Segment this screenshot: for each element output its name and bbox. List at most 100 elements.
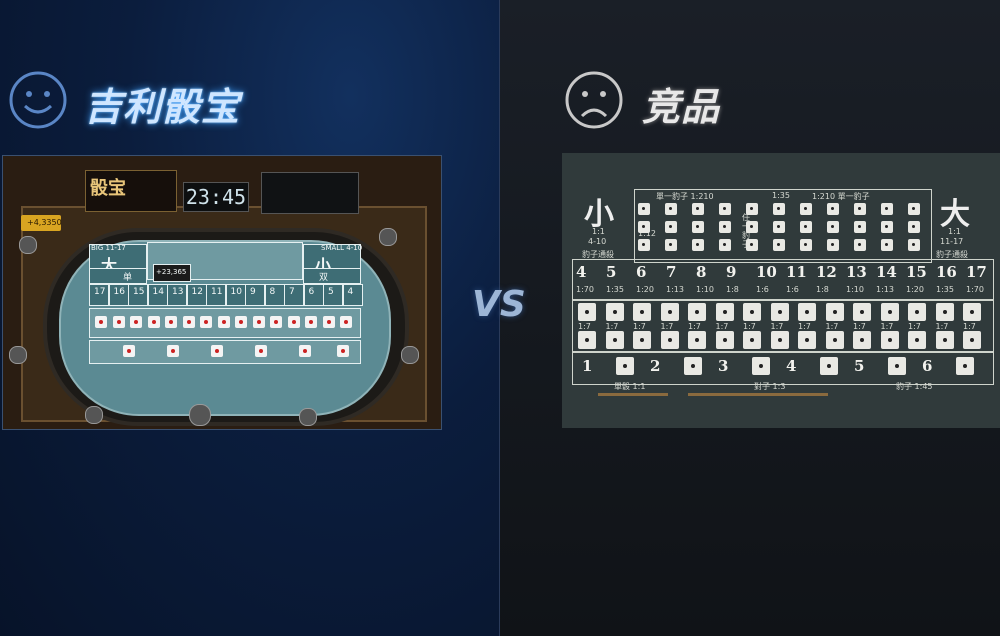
combo-die bbox=[112, 316, 125, 328]
single-die[interactable] bbox=[752, 357, 770, 375]
pair-die bbox=[746, 203, 758, 215]
player-avatar[interactable] bbox=[19, 236, 37, 254]
combo-die bbox=[217, 316, 230, 328]
vs-label: VS bbox=[472, 284, 526, 325]
product-title: 吉利骰宝 bbox=[84, 85, 241, 129]
total-number: 17 bbox=[966, 263, 987, 281]
single-die[interactable] bbox=[820, 357, 838, 375]
pair-die bbox=[719, 239, 731, 251]
single-die-5[interactable] bbox=[299, 345, 311, 357]
pair-die bbox=[800, 221, 812, 233]
total-odds: 1:70 bbox=[576, 285, 594, 294]
total-cell[interactable]: 5 bbox=[323, 284, 343, 306]
countdown-timer: 23:45 bbox=[183, 182, 249, 212]
total-cell[interactable]: 12 bbox=[186, 284, 207, 306]
combo-odds: 1:7 bbox=[578, 322, 591, 331]
combo-die bbox=[660, 303, 679, 321]
total-label: 13 bbox=[172, 287, 184, 297]
total-cell[interactable]: 4 bbox=[342, 284, 363, 306]
total-cell[interactable]: 13 bbox=[167, 284, 187, 306]
total-label: 14 bbox=[152, 287, 164, 297]
player-avatar[interactable] bbox=[189, 404, 211, 426]
combo-die bbox=[743, 331, 761, 349]
total-cell[interactable]: 10 bbox=[225, 284, 246, 306]
total-cell[interactable]: 15 bbox=[128, 284, 148, 306]
total-cell[interactable]: 14 bbox=[147, 284, 168, 306]
total-cell[interactable]: 9 bbox=[245, 284, 265, 306]
combo-die bbox=[770, 303, 789, 321]
total-cell[interactable]: 16 bbox=[108, 284, 129, 306]
pair-die bbox=[692, 221, 704, 233]
total-label: 4 bbox=[347, 287, 354, 297]
pair-die bbox=[908, 239, 920, 251]
big-odds: 1:1 bbox=[948, 227, 961, 236]
big-range: BIG 11-17 bbox=[91, 244, 126, 252]
combo-odds: 1:7 bbox=[853, 322, 866, 331]
pair-die bbox=[746, 221, 758, 233]
combo-die bbox=[935, 303, 954, 321]
single-die-2[interactable] bbox=[167, 345, 179, 357]
combo-die bbox=[165, 316, 177, 328]
pair-die bbox=[827, 221, 839, 233]
single-die-1[interactable] bbox=[123, 345, 135, 357]
combo-die bbox=[633, 331, 651, 349]
coins-text: +4,3350 bbox=[27, 218, 62, 227]
history-panel bbox=[261, 172, 359, 214]
combo-die bbox=[200, 316, 212, 328]
combo-odds: 1:7 bbox=[963, 322, 976, 331]
player-avatar[interactable] bbox=[401, 346, 419, 364]
bet-odd[interactable] bbox=[89, 268, 147, 284]
combo-odds: 1:7 bbox=[908, 322, 921, 331]
total-number: 11 bbox=[786, 263, 807, 281]
player-avatar[interactable] bbox=[299, 408, 317, 426]
single-die[interactable] bbox=[616, 357, 634, 375]
triple-single-left: 單一豹子 1:210 bbox=[656, 192, 714, 201]
pair-die bbox=[719, 221, 731, 233]
combo-die bbox=[270, 316, 282, 328]
combo-odds: 1:7 bbox=[798, 322, 811, 331]
total-odds: 1:10 bbox=[846, 285, 864, 294]
odd-label: 单 bbox=[123, 273, 133, 283]
combo-die bbox=[853, 303, 871, 321]
total-number: 4 bbox=[576, 263, 587, 281]
single-number: 5 bbox=[854, 357, 865, 375]
single-die[interactable] bbox=[888, 357, 906, 375]
single-die-4[interactable] bbox=[255, 345, 267, 357]
single-number: 2 bbox=[650, 357, 661, 375]
combo-die bbox=[853, 331, 871, 349]
combo-die bbox=[322, 316, 335, 328]
player-avatar[interactable] bbox=[85, 406, 103, 424]
total-label: 15 bbox=[133, 287, 145, 297]
combo-die bbox=[287, 316, 300, 328]
total-cell[interactable]: 6 bbox=[303, 284, 324, 306]
pair-die bbox=[854, 239, 866, 251]
total-cell[interactable]: 7 bbox=[284, 284, 304, 306]
total-odds: 1:8 bbox=[726, 285, 739, 294]
combo-die bbox=[743, 303, 761, 321]
total-label: 16 bbox=[113, 287, 125, 297]
combo-die bbox=[825, 303, 844, 321]
total-cell[interactable]: 17 bbox=[89, 284, 109, 306]
combo-die bbox=[305, 316, 317, 328]
combo-die bbox=[340, 316, 352, 328]
bet-even[interactable] bbox=[303, 268, 361, 284]
total-number: 5 bbox=[606, 263, 617, 281]
total-cell[interactable]: 8 bbox=[264, 284, 285, 306]
pair-die bbox=[665, 203, 677, 215]
pair-die bbox=[881, 221, 893, 233]
single-die-3[interactable] bbox=[211, 345, 223, 357]
total-cell[interactable]: 11 bbox=[206, 284, 226, 306]
player-avatar[interactable] bbox=[379, 228, 397, 246]
total-odds: 1:70 bbox=[966, 285, 984, 294]
player-avatar[interactable] bbox=[9, 346, 27, 364]
single-die[interactable] bbox=[684, 357, 702, 375]
combo-die bbox=[182, 316, 195, 328]
combo-die bbox=[880, 303, 899, 321]
single-die-6[interactable] bbox=[337, 345, 349, 357]
pair-die bbox=[773, 221, 785, 233]
combo-odds: 1:7 bbox=[743, 322, 756, 331]
single-die[interactable] bbox=[956, 357, 974, 375]
total-label: 7 bbox=[289, 287, 295, 297]
combo-odds: 1:7 bbox=[770, 322, 784, 331]
combo-die bbox=[770, 331, 789, 349]
